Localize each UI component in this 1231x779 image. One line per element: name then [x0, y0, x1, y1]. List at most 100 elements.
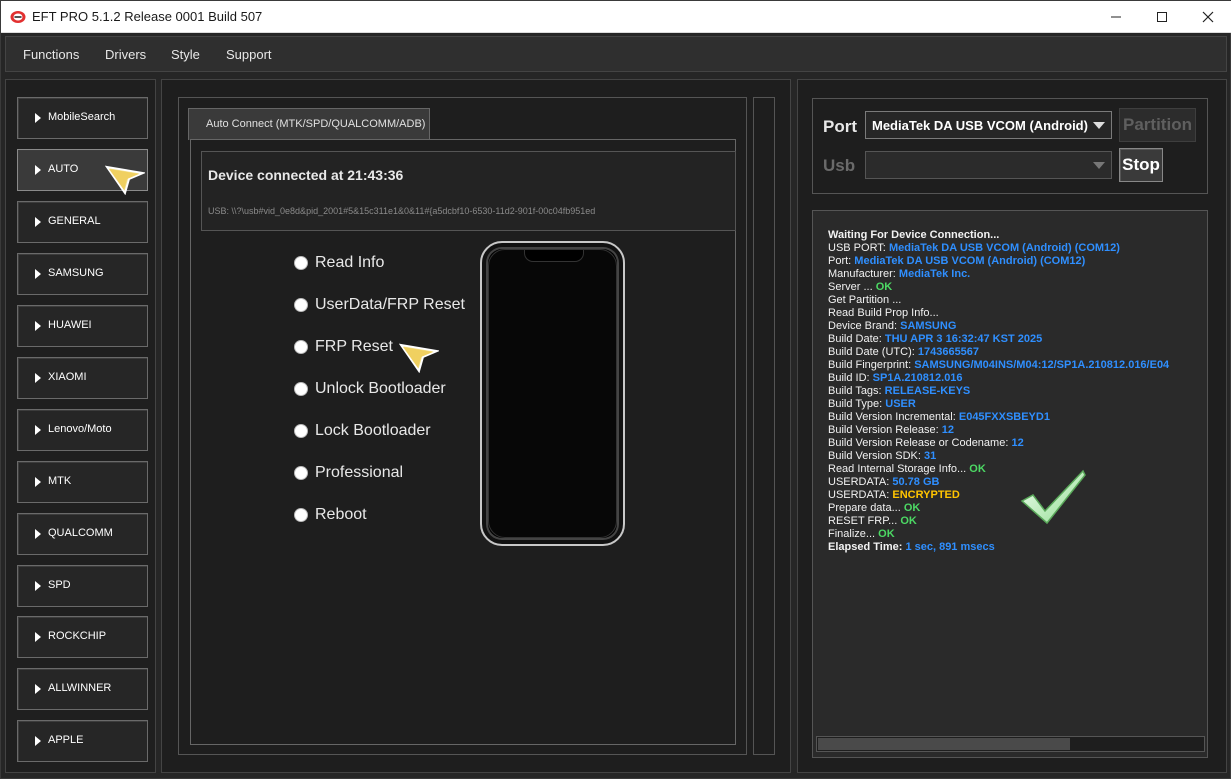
sidebar-item-label: MTK — [48, 475, 72, 487]
log-value: 31 — [924, 450, 937, 462]
log-value: OK — [900, 515, 917, 527]
option-lock-bootloader[interactable]: Lock Bootloader — [294, 421, 431, 441]
usb-label: Usb — [823, 156, 856, 175]
sidebar-item-general[interactable]: GENERAL — [17, 201, 148, 243]
sidebar-item-qualcomm[interactable]: QUALCOMM — [17, 513, 148, 555]
phone-image — [480, 241, 625, 546]
minimize-button[interactable] — [1093, 1, 1139, 32]
option-read-info[interactable]: Read Info — [294, 253, 384, 273]
menu-drivers[interactable]: Drivers — [105, 47, 146, 62]
scrollbar-thumb[interactable] — [818, 738, 1070, 750]
sidebar-item-label: SPD — [48, 579, 71, 591]
phone-notch — [524, 250, 584, 262]
sidebar-item-label: Lenovo/Moto — [48, 423, 112, 435]
radio-button[interactable] — [294, 298, 308, 312]
option-label: Lock Bootloader — [315, 422, 431, 439]
log-key: Read Internal Storage Info... — [828, 463, 970, 475]
radio-button[interactable] — [294, 340, 308, 354]
sidebar-item-allwinner[interactable]: ALLWINNER — [17, 668, 148, 710]
sidebar-item-label: APPLE — [48, 734, 84, 746]
log-line: Build Date (UTC): 1743665567 — [828, 346, 979, 359]
log-line: RESET FRP... OK — [828, 515, 917, 528]
log-line: Manufacturer: MediaTek Inc. — [828, 268, 970, 281]
window-title: EFT PRO 5.1.2 Release 0001 Build 507 — [32, 9, 263, 24]
log-line: Build Version Release or Codename: 12 — [828, 437, 1024, 450]
menu-functions[interactable]: Functions — [23, 47, 79, 62]
tab-auto-connect[interactable]: Auto Connect (MTK/SPD/QUALCOMM/ADB) — [188, 108, 430, 140]
radio-button[interactable] — [294, 256, 308, 270]
partition-button[interactable]: Partition — [1119, 108, 1196, 142]
sidebar-item-label: XIAOMI — [48, 371, 87, 383]
log-value: OK — [875, 281, 893, 293]
log-value: OK — [903, 502, 921, 514]
sidebar-item-label: SAMSUNG — [48, 267, 104, 279]
log-value: THU APR 3 16:32:47 KST 2025 — [884, 333, 1043, 345]
option-reboot[interactable]: Reboot — [294, 505, 367, 525]
log-value: SAMSUNG — [900, 320, 957, 332]
sidebar-item-label: QUALCOMM — [48, 527, 113, 539]
sidebar-item-xiaomi[interactable]: XIAOMI — [17, 357, 148, 399]
close-icon — [1202, 11, 1214, 22]
log-key: Build Version Release or Codename: — [828, 437, 1012, 449]
chevron-down-icon — [1093, 162, 1105, 169]
sidebar-item-samsung[interactable]: SAMSUNG — [17, 253, 148, 295]
log-line: Build Version Release: 12 — [828, 424, 954, 437]
sidebar-item-mtk[interactable]: MTK — [17, 461, 148, 503]
log-line: Build Tags: RELEASE-KEYS — [828, 385, 970, 398]
phone-screen — [488, 249, 617, 538]
log-line: Server ... OK — [828, 281, 892, 294]
log-value: OK — [969, 463, 986, 475]
log-value: SP1A.210812.016 — [872, 372, 963, 384]
log-key: Finalize... — [828, 528, 879, 540]
usb-select[interactable] — [865, 151, 1112, 179]
sidebar-item-mobilesearch[interactable]: MobileSearch — [17, 97, 148, 139]
log-key: Manufacturer: — [828, 268, 899, 280]
triangle-right-icon — [35, 113, 41, 123]
radio-button[interactable] — [294, 424, 308, 438]
log-key: USERDATA: — [828, 489, 893, 501]
sidebar-item-apple[interactable]: APPLE — [17, 720, 148, 762]
center-scroll-strip[interactable] — [753, 97, 775, 755]
sidebar-item-rockchip[interactable]: ROCKCHIP — [17, 616, 148, 658]
radio-button[interactable] — [294, 508, 308, 522]
usb-path: USB: \\?\usb#vid_0e8d&pid_2001#5&15c311e… — [208, 206, 596, 216]
log-line: Elapsed Time: 1 sec, 891 msecs — [828, 541, 995, 554]
log-key: Prepare data... — [828, 502, 904, 514]
log-line: Prepare data... OK — [828, 502, 920, 515]
sidebar-item-lenovo-moto[interactable]: Lenovo/Moto — [17, 409, 148, 451]
maximize-button[interactable] — [1139, 1, 1185, 32]
minimize-icon — [1111, 16, 1121, 17]
log-key: Build Tags: — [828, 385, 885, 397]
sidebar-item-label: GENERAL — [48, 215, 101, 227]
title-bar: EFT PRO 5.1.2 Release 0001 Build 507 — [1, 1, 1231, 33]
log-key: Build Version Incremental: — [828, 411, 959, 423]
option-unlock-bootloader[interactable]: Unlock Bootloader — [294, 379, 446, 399]
option-professional[interactable]: Professional — [294, 463, 403, 483]
close-button[interactable] — [1185, 1, 1231, 32]
triangle-right-icon — [35, 217, 41, 227]
log-key: Elapsed Time: — [828, 541, 906, 553]
radio-button[interactable] — [294, 466, 308, 480]
log-output: Waiting For Device Connection... USB PORT… — [812, 210, 1208, 758]
menu-support[interactable]: Support — [226, 47, 272, 62]
triangle-right-icon — [35, 684, 41, 694]
sidebar-item-huawei[interactable]: HUAWEI — [17, 305, 148, 347]
triangle-right-icon — [35, 632, 41, 642]
log-value: 1743665567 — [917, 346, 980, 358]
device-status: Device connected at 21:43:36 — [208, 167, 404, 183]
radio-button[interactable] — [294, 382, 308, 396]
option-label: UserData/FRP Reset — [315, 296, 465, 313]
stop-button[interactable]: Stop — [1119, 148, 1163, 182]
port-select-value: MediaTek DA USB VCOM (Android) — [872, 118, 1088, 133]
port-select[interactable]: MediaTek DA USB VCOM (Android) — [865, 111, 1112, 139]
log-line: Device Brand: SAMSUNG — [828, 320, 956, 333]
option-label: FRP Reset — [315, 338, 393, 355]
triangle-right-icon — [35, 581, 41, 591]
log-horizontal-scrollbar[interactable] — [816, 736, 1205, 752]
sidebar-item-spd[interactable]: SPD — [17, 565, 148, 607]
option-userdata-frp-reset[interactable]: UserData/FRP Reset — [294, 295, 465, 315]
option-frp-reset[interactable]: FRP Reset — [294, 337, 393, 357]
log-line: Port: MediaTek DA USB VCOM (Android) (CO… — [828, 255, 1085, 268]
log-key: Build Date: — [828, 333, 885, 345]
menu-style[interactable]: Style — [171, 47, 200, 62]
